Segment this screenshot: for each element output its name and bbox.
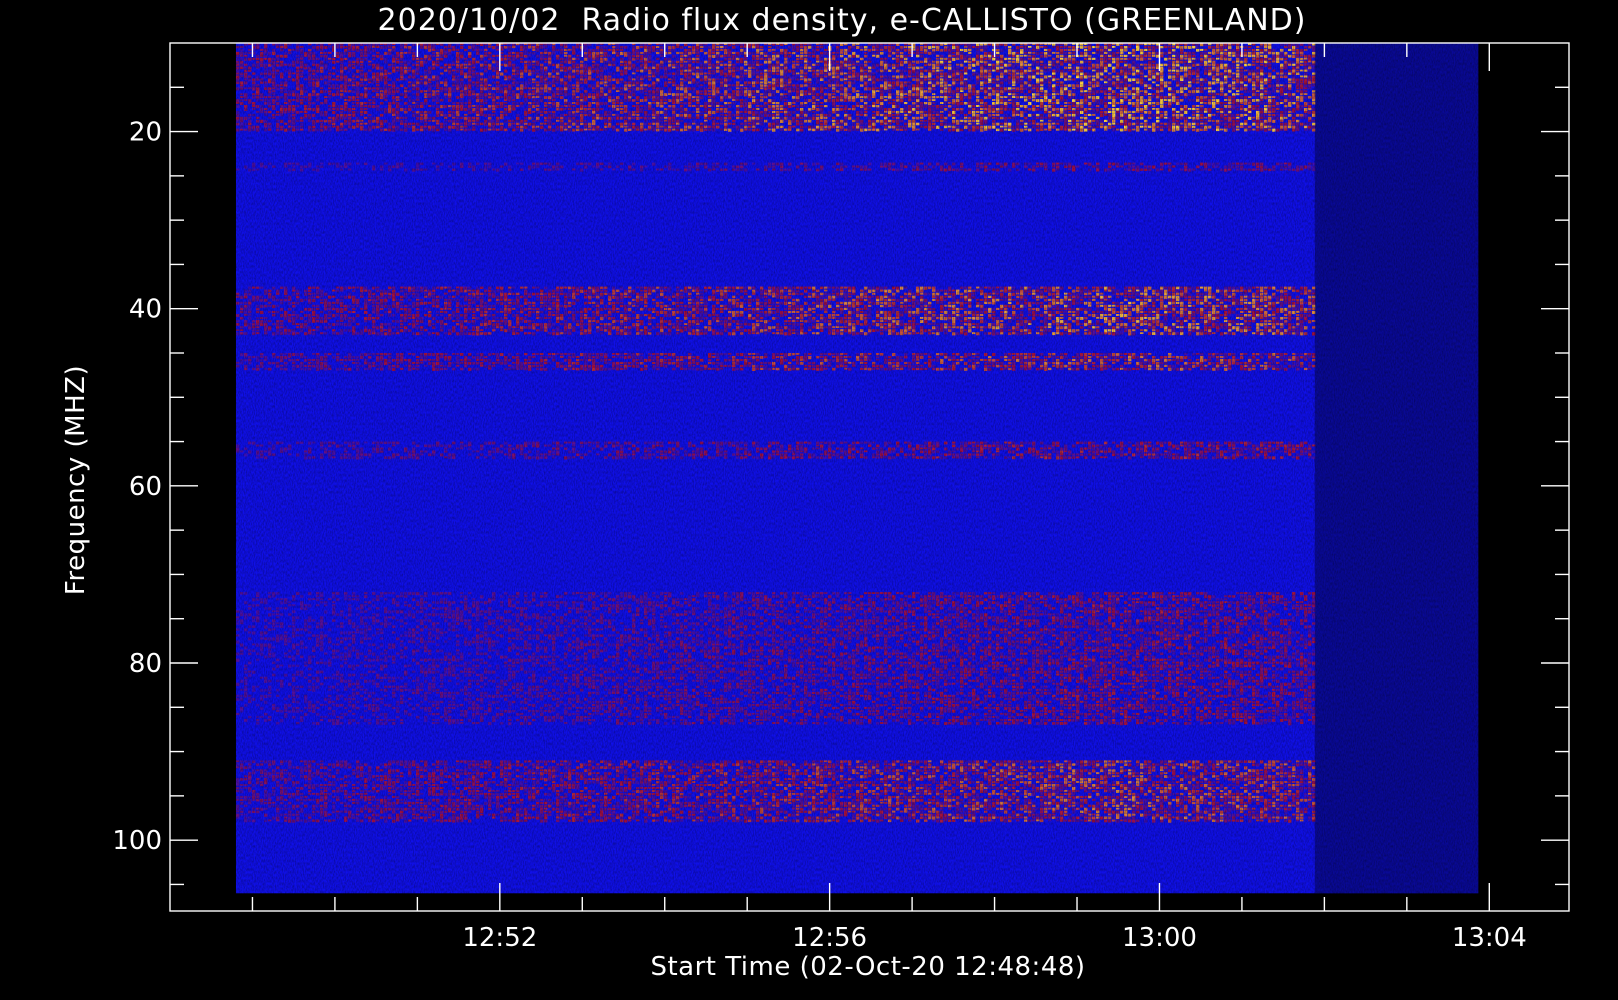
chart-title: 2020/10/02 Radio flux density, e-CALLIST… (378, 3, 1307, 38)
spectrogram-heatmap (235, 43, 1479, 894)
spectrogram-svg: 2020/10/02 Radio flux density, e-CALLIST… (61, 3, 1570, 982)
spectrogram-chart: 2020/10/02 Radio flux density, e-CALLIST… (0, 0, 1618, 1000)
